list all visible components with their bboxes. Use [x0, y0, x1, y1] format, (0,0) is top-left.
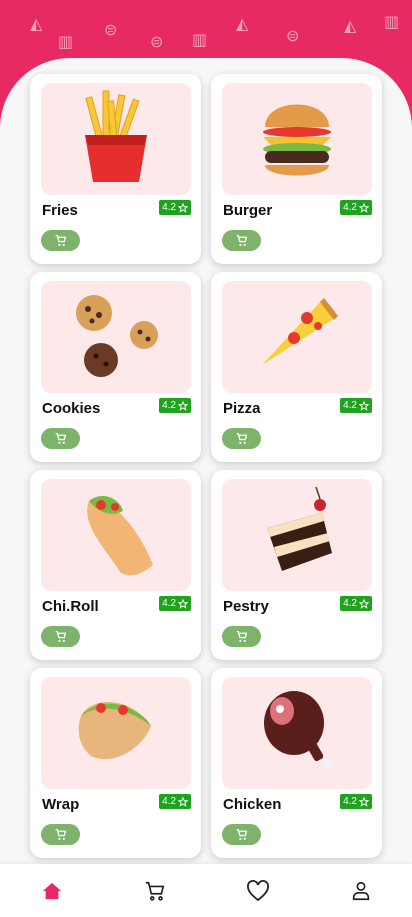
star-icon — [178, 202, 188, 213]
add-to-cart-button[interactable] — [222, 428, 261, 449]
star-icon — [178, 796, 188, 807]
product-name: Cookies — [42, 400, 101, 417]
burger-image — [257, 87, 337, 192]
cart-icon — [55, 630, 67, 642]
pizza-doodle-icon: ◭ — [344, 18, 357, 35]
product-image-tile — [222, 281, 372, 393]
add-to-cart-button[interactable] — [41, 626, 80, 647]
star-icon — [359, 598, 369, 609]
bottom-navigation — [0, 864, 412, 917]
product-image-tile — [41, 281, 191, 393]
star-icon — [178, 400, 188, 411]
user-icon — [352, 881, 369, 900]
product-card[interactable]: Pizza 4.2 — [211, 272, 382, 462]
product-image-tile — [222, 83, 372, 195]
cake-image — [252, 483, 342, 588]
nav-profile[interactable] — [341, 871, 381, 911]
product-image-tile — [41, 479, 191, 591]
add-to-cart-button[interactable] — [222, 824, 261, 845]
cart-icon — [55, 234, 67, 246]
rating-badge: 4.2 — [340, 596, 372, 611]
product-name: Chi.Roll — [42, 598, 99, 615]
product-name: Chicken — [223, 796, 282, 813]
rating-value: 4.2 — [162, 598, 176, 609]
burger-doodle-icon: ⊜ — [104, 22, 118, 39]
burger-doodle-icon: ⊜ — [286, 28, 300, 45]
nav-cart[interactable] — [135, 871, 175, 911]
product-card[interactable]: Chicken 4.2 — [211, 668, 382, 858]
chicken-image — [252, 681, 342, 786]
add-to-cart-button[interactable] — [222, 626, 261, 647]
burger-doodle-icon: ⊜ — [150, 34, 164, 51]
pizza-doodle-icon: ◭ — [30, 16, 43, 33]
star-icon — [359, 202, 369, 213]
rating-badge: 4.2 — [159, 596, 191, 611]
rating-badge: 4.2 — [340, 794, 372, 809]
product-image-tile — [41, 677, 191, 789]
rating-badge: 4.2 — [159, 398, 191, 413]
rating-badge: 4.2 — [340, 398, 372, 413]
fries-doodle-icon: ▥ — [384, 14, 400, 31]
roll-image — [71, 483, 161, 588]
cart-icon — [55, 432, 67, 444]
cart-icon — [236, 234, 248, 246]
rating-badge: 4.2 — [159, 200, 191, 215]
rating-value: 4.2 — [162, 796, 176, 807]
cookies-image — [66, 285, 166, 390]
fries-doodle-icon: ▥ — [192, 32, 208, 49]
product-grid: Fries 4.2 Burger 4.2 Cookies 4.2 Pizza 4.2 Chi.R… — [30, 74, 382, 858]
home-icon — [42, 882, 61, 899]
rating-badge: 4.2 — [159, 794, 191, 809]
cart-icon — [236, 432, 248, 444]
add-to-cart-button[interactable] — [41, 428, 80, 449]
cart-icon — [236, 630, 248, 642]
rating-value: 4.2 — [343, 400, 357, 411]
product-card[interactable]: Cookies 4.2 — [30, 272, 201, 462]
cart-icon — [145, 881, 164, 901]
rating-value: 4.2 — [343, 796, 357, 807]
rating-value: 4.2 — [162, 202, 176, 213]
product-image-tile — [41, 83, 191, 195]
nav-home[interactable] — [32, 871, 72, 911]
product-card[interactable]: Fries 4.2 — [30, 74, 201, 264]
product-name: Wrap — [42, 796, 80, 813]
add-to-cart-button[interactable] — [41, 824, 80, 845]
rating-badge: 4.2 — [340, 200, 372, 215]
rating-value: 4.2 — [162, 400, 176, 411]
pizza-doodle-icon: ◭ — [236, 16, 249, 33]
product-name: Fries — [42, 202, 78, 219]
heart-icon — [246, 879, 269, 901]
star-icon — [178, 598, 188, 609]
rating-value: 4.2 — [343, 202, 357, 213]
product-card[interactable]: Pestry 4.2 — [211, 470, 382, 660]
star-icon — [359, 400, 369, 411]
pizza-image — [252, 290, 342, 385]
fries-doodle-icon: ▥ — [58, 34, 74, 51]
wrap-image — [71, 686, 161, 781]
product-image-tile — [222, 479, 372, 591]
cart-icon — [236, 828, 248, 840]
product-name: Burger — [223, 202, 273, 219]
rating-value: 4.2 — [343, 598, 357, 609]
product-image-tile — [222, 677, 372, 789]
product-card[interactable]: Wrap 4.2 — [30, 668, 201, 858]
cart-icon — [55, 828, 67, 840]
product-name: Pizza — [223, 400, 261, 417]
add-to-cart-button[interactable] — [222, 230, 261, 251]
star-icon — [359, 796, 369, 807]
product-card[interactable]: Burger 4.2 — [211, 74, 382, 264]
product-card[interactable]: Chi.Roll 4.2 — [30, 470, 201, 660]
nav-favorites[interactable] — [238, 871, 278, 911]
fries-image — [71, 87, 161, 192]
add-to-cart-button[interactable] — [41, 230, 80, 251]
product-name: Pestry — [223, 598, 269, 615]
